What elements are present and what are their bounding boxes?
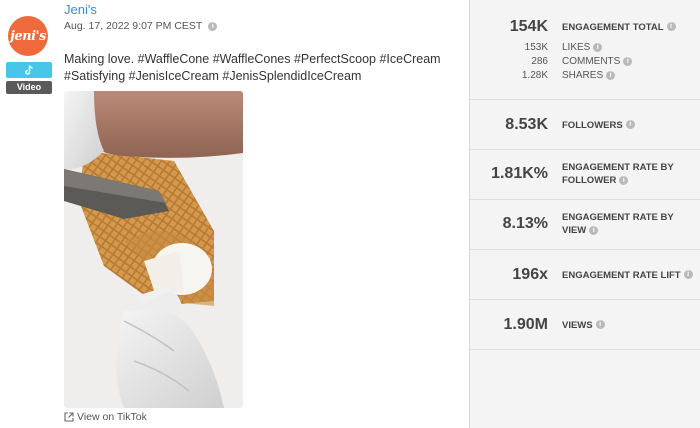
views-value: 1.90M xyxy=(503,316,548,333)
post-card: jeni's Video Jeni's Aug. 17, 2022 9:07 P… xyxy=(0,0,700,428)
post-panel: jeni's Video Jeni's Aug. 17, 2022 9:07 P… xyxy=(0,0,470,428)
info-icon[interactable]: i xyxy=(625,120,635,130)
shares-label: SHARES xyxy=(562,70,604,81)
er-view-label-line1: ENGAGEMENT RATE BY xyxy=(562,212,674,223)
er-lift-value: 196x xyxy=(512,266,548,283)
engagement-rate-view-block: 8.13% ENGAGEMENT RATE BY VIEW i xyxy=(470,200,700,250)
er-lift-label: ENGAGEMENT RATE LIFT xyxy=(562,269,681,281)
avatar-logo-text: jeni's xyxy=(10,28,46,44)
likes-value: 153K xyxy=(524,42,548,53)
view-on-tiktok-label: View on TikTok xyxy=(77,411,147,423)
info-icon[interactable]: i xyxy=(595,320,605,330)
engagement-total-block: 154K ENGAGEMENT TOTAL i 153K LIKES i 286 C… xyxy=(470,0,700,100)
engagement-total-value: 154K xyxy=(509,18,548,35)
comments-value: 286 xyxy=(531,56,548,67)
followers-label: FOLLOWERS xyxy=(562,119,623,131)
post-video-thumbnail[interactable] xyxy=(64,91,243,408)
post-date-text: Aug. 17, 2022 9:07 PM CEST xyxy=(64,20,203,32)
engagement-rate-lift-block: 196x ENGAGEMENT RATE LIFT i xyxy=(470,250,700,300)
author-link[interactable]: Jeni's xyxy=(64,2,97,17)
views-block: 1.90M VIEWS i xyxy=(470,300,700,350)
info-icon[interactable]: i xyxy=(208,21,218,31)
info-icon[interactable]: i xyxy=(683,270,693,280)
followers-block: 8.53K FOLLOWERS i xyxy=(470,100,700,150)
likes-label: LIKES xyxy=(562,42,591,53)
stats-panel: 154K ENGAGEMENT TOTAL i 153K LIKES i 286 C… xyxy=(470,0,700,428)
er-follower-value: 1.81K% xyxy=(491,165,548,182)
avatar[interactable]: jeni's xyxy=(8,16,48,56)
er-follower-label-line2: FOLLOWER xyxy=(562,175,617,186)
comments-label: COMMENTS xyxy=(562,56,621,67)
followers-value: 8.53K xyxy=(505,116,548,133)
info-icon[interactable]: i xyxy=(593,42,603,52)
info-icon[interactable]: i xyxy=(619,175,629,185)
info-icon[interactable]: i xyxy=(623,56,633,66)
post-date: Aug. 17, 2022 9:07 PM CEST i xyxy=(64,20,218,32)
video-type-badge: Video xyxy=(6,81,52,94)
post-caption: Making love. #WaffleCone #WaffleCones #P… xyxy=(64,52,441,83)
er-follower-label-line1: ENGAGEMENT RATE BY xyxy=(562,162,674,173)
er-view-label-line2: VIEW xyxy=(562,225,587,236)
shares-value: 1.28K xyxy=(521,70,548,81)
views-label: VIEWS xyxy=(562,319,593,331)
thumbnail-image xyxy=(64,91,243,408)
engagement-total-label: ENGAGEMENT TOTAL xyxy=(562,21,664,33)
info-icon[interactable]: i xyxy=(589,225,599,235)
tiktok-icon xyxy=(6,62,52,78)
view-on-tiktok-link[interactable]: View on TikTok xyxy=(64,411,147,423)
engagement-rate-follower-block: 1.81K% ENGAGEMENT RATE BY FOLLOWER i xyxy=(470,150,700,200)
external-link-icon xyxy=(64,412,74,422)
info-icon[interactable]: i xyxy=(606,70,616,80)
er-view-value: 8.13% xyxy=(502,215,548,232)
info-icon[interactable]: i xyxy=(666,22,676,32)
